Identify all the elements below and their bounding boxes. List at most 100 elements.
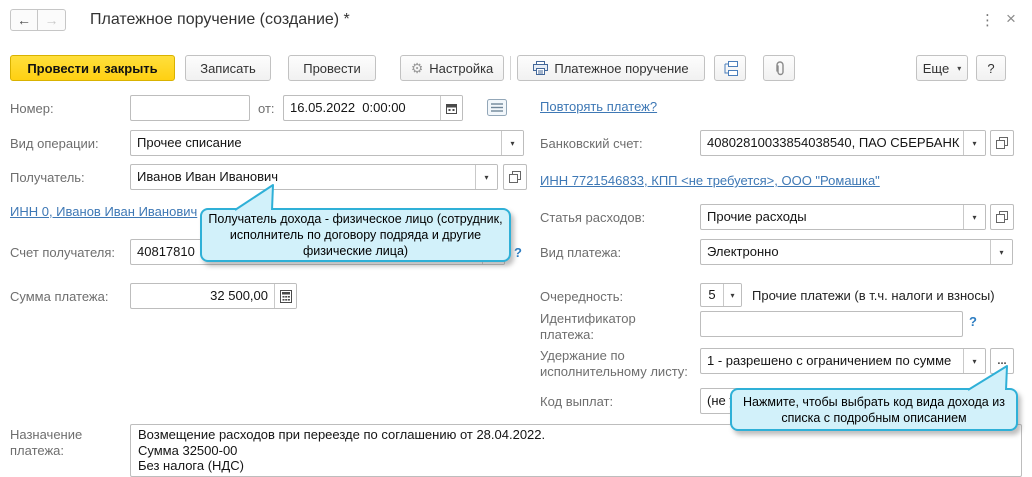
- structure-icon: [722, 61, 739, 76]
- settings-label: Настройка: [429, 61, 493, 76]
- back-arrow-icon: ←: [17, 12, 31, 28]
- date-input[interactable]: 16.05.2022 0:00:00: [283, 95, 463, 121]
- open-link-icon: [509, 171, 521, 183]
- post-button[interactable]: Провести: [288, 55, 376, 81]
- payment-order-window: ← → Платежное поручение (создание) * ⋮ ×…: [0, 0, 1032, 477]
- payee-dropdown-button[interactable]: ▾: [475, 165, 497, 189]
- expense-item-dropdown-button[interactable]: ▾: [963, 205, 985, 229]
- expense-item-combobox[interactable]: Прочие расходы ▾: [700, 204, 986, 230]
- org-inn-link[interactable]: ИНН 7721546833, КПП <не требуется>, ООО …: [540, 173, 880, 188]
- structure-button[interactable]: [714, 55, 746, 81]
- operation-type-combobox[interactable]: Прочее списание ▾: [130, 130, 524, 156]
- back-button[interactable]: ←: [10, 9, 38, 31]
- purpose-label: Назначение платежа:: [10, 427, 102, 459]
- payment-kind-label: Вид платежа:: [540, 245, 621, 261]
- nav-history-group: ← →: [10, 9, 66, 31]
- payment-id-value: [701, 312, 962, 336]
- payee-value: Иванов Иван Иванович: [131, 165, 475, 189]
- payment-kind-value: Электронно: [701, 240, 990, 264]
- expense-item-value: Прочие расходы: [701, 205, 963, 229]
- expense-item-open-button[interactable]: [990, 204, 1014, 230]
- bank-account-value: 40802810033854038540, ПАО СБЕРБАНК: [701, 131, 963, 155]
- bank-account-open-button[interactable]: [990, 130, 1014, 156]
- priority-label: Очередность:: [540, 289, 623, 305]
- priority-value: 5: [701, 284, 723, 306]
- chevron-down-icon: ▾: [999, 248, 1003, 257]
- payee-tooltip-arrow: [225, 182, 285, 212]
- withholding-value: 1 - разрешено с ограничением по сумме: [701, 349, 963, 373]
- payment-kind-dropdown-button[interactable]: ▾: [990, 240, 1012, 264]
- more-button[interactable]: Еще ▾: [916, 55, 968, 81]
- attachments-button[interactable]: [763, 55, 795, 81]
- printer-icon: [533, 61, 548, 75]
- priority-combobox[interactable]: 5 ▾: [700, 283, 742, 307]
- print-payment-order-label: Платежное поручение: [554, 61, 688, 76]
- amount-input[interactable]: 32 500,00: [130, 283, 297, 309]
- payment-kind-combobox[interactable]: Электронно ▾: [700, 239, 1013, 265]
- date-value: 16.05.2022 0:00:00: [284, 96, 440, 120]
- operation-type-value: Прочее списание: [131, 131, 501, 155]
- calculator-icon: [280, 290, 292, 303]
- help-button[interactable]: ?: [976, 55, 1006, 81]
- post-and-close-label: Провести и закрыть: [27, 61, 157, 76]
- more-label: Еще: [923, 61, 949, 76]
- forward-button[interactable]: →: [38, 9, 66, 31]
- payment-id-label: Идентификатор платежа:: [540, 311, 652, 343]
- close-icon: ×: [1006, 9, 1016, 28]
- date-from-label: от:: [258, 101, 275, 117]
- payee-label: Получатель:: [10, 170, 85, 186]
- payout-code-tooltip-arrow: [958, 362, 1016, 392]
- payout-code-tooltip: Нажмите, чтобы выбрать код вида дохода и…: [730, 388, 1018, 431]
- number-input[interactable]: [130, 95, 250, 121]
- chevron-down-icon: ▾: [957, 64, 961, 73]
- payee-open-button[interactable]: [503, 164, 527, 190]
- page-title: Платежное поручение (создание) *: [90, 11, 350, 29]
- post-label: Провести: [303, 61, 361, 76]
- window-menu-button[interactable]: ⋮: [980, 11, 995, 29]
- amount-label: Сумма платежа:: [10, 289, 108, 305]
- settings-button[interactable]: ⚙ Настройка: [400, 55, 504, 81]
- post-and-close-button[interactable]: Провести и закрыть: [10, 55, 175, 81]
- chevron-down-icon: ▾: [972, 139, 976, 148]
- gear-icon: ⚙: [411, 60, 424, 77]
- priority-description: Прочие платежи (в т.ч. налоги и взносы): [752, 288, 995, 303]
- payout-code-label: Код выплат:: [540, 394, 613, 410]
- help-button-label: ?: [987, 61, 994, 76]
- number-value: [131, 96, 249, 120]
- number-label: Номер:: [10, 101, 54, 117]
- calendar-button[interactable]: [440, 96, 462, 120]
- payee-account-help[interactable]: ?: [514, 245, 522, 260]
- print-payment-order-button[interactable]: Платежное поручение: [517, 55, 705, 81]
- calculator-button[interactable]: [274, 284, 296, 308]
- write-label: Записать: [200, 61, 256, 76]
- operation-type-dropdown-button[interactable]: ▾: [501, 131, 523, 155]
- payee-inn-link[interactable]: ИНН 0, Иванов Иван Иванович: [10, 204, 197, 219]
- bank-account-label: Банковский счет:: [540, 136, 643, 152]
- select-from-list-button[interactable]: [486, 98, 508, 120]
- payment-id-input[interactable]: [700, 311, 963, 337]
- payment-id-help[interactable]: ?: [969, 314, 977, 329]
- kebab-menu-icon: ⋮: [980, 12, 995, 29]
- expense-item-label: Статья расходов:: [540, 210, 645, 226]
- forward-arrow-icon: →: [45, 12, 59, 28]
- repeat-payment-link[interactable]: Повторять платеж?: [540, 99, 657, 114]
- payee-account-label: Счет получателя:: [10, 245, 115, 261]
- purpose-textarea[interactable]: Возмещение расходов при переезде по согл…: [130, 424, 1022, 477]
- withholding-combobox[interactable]: 1 - разрешено с ограничением по сумме ▾: [700, 348, 986, 374]
- payee-tooltip: Получатель дохода - физическое лицо (сот…: [200, 208, 511, 262]
- list-icon: [486, 98, 508, 117]
- operation-type-label: Вид операции:: [10, 136, 99, 152]
- withholding-label: Удержание по исполнительному листу:: [540, 348, 696, 380]
- chevron-down-icon: ▾: [972, 213, 976, 222]
- chevron-down-icon: ▾: [510, 139, 514, 148]
- toolbar-separator: [510, 56, 511, 80]
- payee-combobox[interactable]: Иванов Иван Иванович ▾: [130, 164, 498, 190]
- write-button[interactable]: Записать: [185, 55, 271, 81]
- chevron-down-icon: ▾: [484, 173, 488, 182]
- chevron-down-icon: ▾: [730, 291, 734, 300]
- bank-account-dropdown-button[interactable]: ▾: [963, 131, 985, 155]
- priority-dropdown-button[interactable]: ▾: [723, 284, 741, 306]
- amount-value: 32 500,00: [131, 284, 274, 308]
- close-button[interactable]: ×: [1006, 10, 1016, 27]
- bank-account-combobox[interactable]: 40802810033854038540, ПАО СБЕРБАНК ▾: [700, 130, 986, 156]
